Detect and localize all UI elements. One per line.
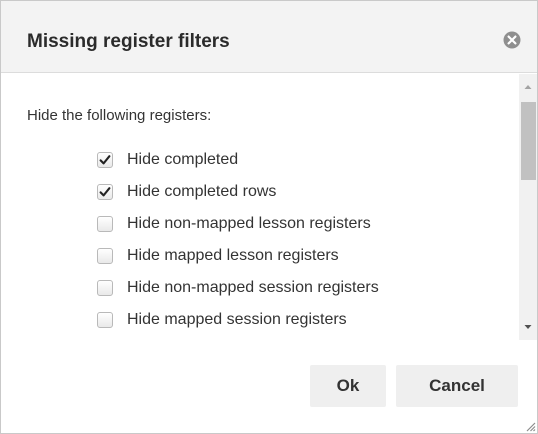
option-hide-mapped-session-registers[interactable]: Hide mapped session registers: [97, 309, 347, 331]
missing-register-filters-dialog: Missing register filters Hide the follow…: [0, 0, 538, 434]
option-hide-completed[interactable]: Hide completed: [97, 149, 238, 171]
checkbox-hide-completed[interactable]: [97, 152, 113, 168]
option-hide-non-mapped-session-registers[interactable]: Hide non-mapped session registers: [97, 277, 379, 299]
scroll-down-button[interactable]: [519, 318, 537, 336]
triangle-up-icon: [524, 85, 532, 89]
cancel-button[interactable]: Cancel: [396, 365, 518, 407]
checkmark-icon: [99, 155, 111, 165]
option-hide-mapped-lesson-registers[interactable]: Hide mapped lesson registers: [97, 245, 339, 267]
checkbox-hide-completed-rows[interactable]: [97, 184, 113, 200]
triangle-down-icon: [524, 325, 532, 329]
close-button[interactable]: [502, 30, 522, 50]
option-hide-non-mapped-lesson-registers[interactable]: Hide non-mapped lesson registers: [97, 213, 371, 235]
close-circle-icon: [503, 31, 521, 49]
checkbox-hide-mapped-session-registers[interactable]: [97, 312, 113, 328]
option-label: Hide non-mapped session registers: [127, 279, 379, 296]
option-label: Hide completed rows: [127, 183, 277, 200]
option-label: Hide completed: [127, 151, 239, 168]
resize-grip-icon[interactable]: [524, 420, 536, 432]
content-scrollbar[interactable]: [519, 74, 537, 340]
scrollbar-thumb[interactable]: [521, 102, 536, 180]
dialog-titlebar[interactable]: Missing register filters: [1, 1, 537, 73]
option-label: Hide non-mapped lesson registers: [127, 215, 371, 232]
ok-button[interactable]: Ok: [310, 365, 386, 407]
checkbox-hide-non-mapped-lesson-registers[interactable]: [97, 216, 113, 232]
dialog-title: Missing register filters: [27, 31, 230, 52]
filter-prompt: Hide the following registers:: [27, 107, 212, 124]
scroll-up-button[interactable]: [519, 78, 537, 96]
checkbox-hide-mapped-lesson-registers[interactable]: [97, 248, 113, 264]
option-label: Hide mapped lesson registers: [127, 247, 339, 264]
dialog-content: Hide the following registers: Hide compl…: [1, 74, 519, 340]
checkmark-icon: [99, 187, 111, 197]
checkbox-hide-non-mapped-session-registers[interactable]: [97, 280, 113, 296]
option-hide-completed-rows[interactable]: Hide completed rows: [97, 181, 276, 203]
option-label: Hide mapped session registers: [127, 311, 347, 328]
